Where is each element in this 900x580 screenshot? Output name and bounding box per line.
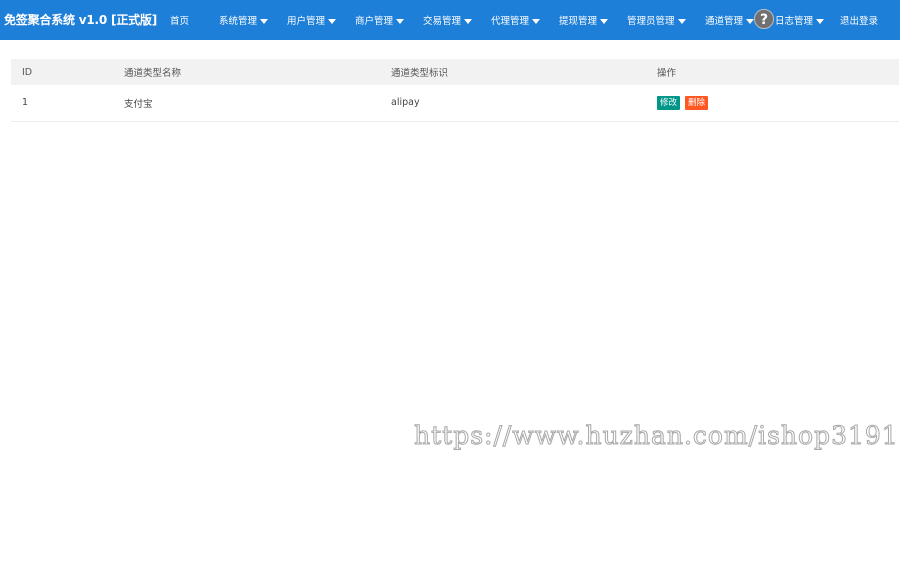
nav-merchants-label: 商户管理 [355, 16, 394, 27]
chevron-down-icon [328, 19, 337, 24]
chevron-down-icon [532, 19, 541, 24]
nav-withdrawals[interactable]: 提现管理 [559, 13, 609, 27]
top-navbar: 免签聚合系统 v1.0 [正式版] 首页 系统管理 用户管理 商户管理 交易管理… [0, 0, 900, 40]
nav-home[interactable]: 首页 [170, 13, 189, 27]
nav-system[interactable]: 系统管理 [219, 13, 269, 27]
chevron-down-icon [600, 19, 609, 24]
brand-title: 免签聚合系统 v1.0 [正式版] [4, 13, 158, 27]
table-header-row: ID 通道类型名称 通道类型标识 操作 [11, 59, 899, 85]
nav-logs[interactable]: 日志管理 [775, 13, 825, 27]
column-header-actions: 操作 [657, 68, 677, 79]
nav-merchants[interactable]: 商户管理 [355, 13, 405, 27]
edit-button[interactable]: 修改 [657, 95, 681, 110]
nav-home-label: 首页 [170, 16, 190, 27]
nav-users-label: 用户管理 [287, 16, 326, 27]
nav-admins[interactable]: 管理员管理 [627, 13, 686, 27]
cell-actions: 修改 删除 [646, 85, 899, 121]
nav-agents-label: 代理管理 [491, 16, 530, 27]
chevron-down-icon [816, 19, 825, 24]
nav-transactions[interactable]: 交易管理 [423, 13, 473, 27]
nav-withdrawals-label: 提现管理 [559, 16, 598, 27]
cell-name: 支付宝 [124, 98, 153, 110]
column-header-id: ID [22, 66, 33, 78]
chevron-down-icon [260, 19, 269, 24]
chevron-down-icon [396, 19, 405, 24]
nav-system-label: 系统管理 [219, 16, 258, 27]
chevron-down-icon [464, 19, 473, 24]
nav-admins-label: 管理员管理 [627, 16, 675, 27]
nav-agents[interactable]: 代理管理 [491, 13, 541, 27]
nav-channels[interactable]: 通道管理 [705, 13, 755, 27]
nav-logout-label: 退出登录 [840, 16, 879, 27]
nav-channels-label: 通道管理 [705, 16, 744, 27]
chevron-down-icon [677, 19, 686, 24]
nav-transactions-label: 交易管理 [423, 16, 462, 27]
watermark-text: https://www.huzhan.com/ishop31911 [414, 421, 900, 451]
cell-id: 1 [22, 97, 29, 109]
column-header-name: 通道类型名称 [124, 68, 182, 79]
nav-logout[interactable]: 退出登录 [840, 13, 878, 27]
nav-users[interactable]: 用户管理 [287, 13, 337, 27]
column-header-code: 通道类型标识 [391, 68, 449, 79]
delete-button[interactable]: 删除 [685, 95, 709, 110]
channel-type-table: ID 通道类型名称 通道类型标识 操作 1 支付宝 alipay 修改 删除 [11, 59, 899, 122]
table-row: 1 支付宝 alipay 修改 删除 [11, 85, 899, 121]
nav-logs-label: 日志管理 [775, 16, 814, 27]
chevron-down-icon [746, 19, 755, 24]
question-circle-icon[interactable]: ? [754, 9, 774, 29]
cell-code: alipay [391, 97, 420, 109]
